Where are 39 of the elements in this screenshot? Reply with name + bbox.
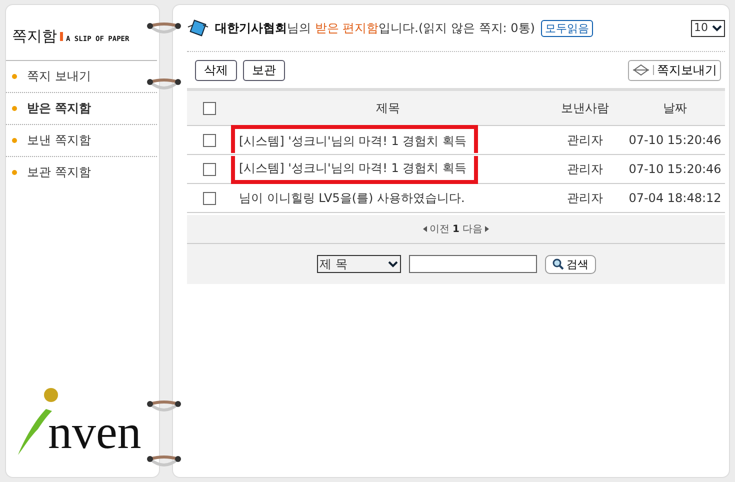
message-title[interactable]: [시스템] '성크니'님의 마격! 1 경험치 획득 [231, 125, 478, 153]
sender-cell-text: 관리자 [566, 132, 604, 148]
mailbox-info-text: 대한기사협회 님의 받은 편지함입니다.(읽지 않은 쪽지: 0통) [215, 20, 535, 36]
next-arrow-icon [485, 226, 490, 232]
page-size-select[interactable]: 10 [691, 20, 725, 36]
date-cell-text: 07-10 15:20:46 [628, 162, 722, 176]
prev-link[interactable]: 이전 [430, 222, 450, 236]
search-field-select[interactable]: 제 목 [316, 255, 400, 273]
prev-arrow-icon [422, 226, 427, 232]
row-checkbox[interactable] [202, 162, 216, 176]
sender-cell-text: 관리자 [566, 190, 604, 206]
row-checkbox[interactable] [202, 192, 216, 204]
sidebar-item[interactable]: 받은 쪽지함 [6, 93, 157, 125]
read-all-button[interactable]: 모두읽음 [540, 20, 593, 36]
search-icon [552, 258, 564, 270]
date-cell-text: 07-04 18:48:12 [628, 191, 722, 205]
sidebar-item[interactable]: 보낸 쪽지함 [6, 125, 157, 157]
sidebar-item[interactable]: 보관 쪽지함 [6, 157, 157, 188]
compose-button[interactable]: 쪽지보내기 [628, 60, 721, 80]
chevron-down-icon [712, 24, 722, 32]
current-page: 1 [452, 224, 460, 234]
next-link[interactable]: 다음 [462, 222, 482, 236]
accent-bar-icon [60, 32, 63, 41]
letter-icon [632, 63, 650, 77]
sidebar-title: 쪽지함 [12, 27, 57, 46]
sender-cell-text: 관리자 [566, 160, 604, 178]
column-header: 제목 [375, 100, 401, 116]
message-title[interactable]: [시스템] '성크니'님의 마격! 1 경험치 획득 [231, 156, 478, 184]
archive-button[interactable]: 보관 [243, 60, 285, 80]
message-title[interactable]: 님이 이니힐링 LV5을(를) 사용하였습니다. [231, 186, 477, 210]
row-checkbox[interactable] [202, 134, 216, 146]
date-cell-text: 07-10 15:20:46 [628, 133, 722, 147]
search-button[interactable]: 검색 [544, 254, 596, 274]
select-all-checkbox[interactable] [202, 102, 216, 114]
logo-text: nven [48, 409, 142, 457]
column-header: 날짜 [662, 100, 688, 116]
delete-button[interactable]: 삭제 [195, 60, 237, 80]
chevron-down-icon [388, 260, 398, 268]
column-header: 보낸사람 [560, 100, 610, 116]
